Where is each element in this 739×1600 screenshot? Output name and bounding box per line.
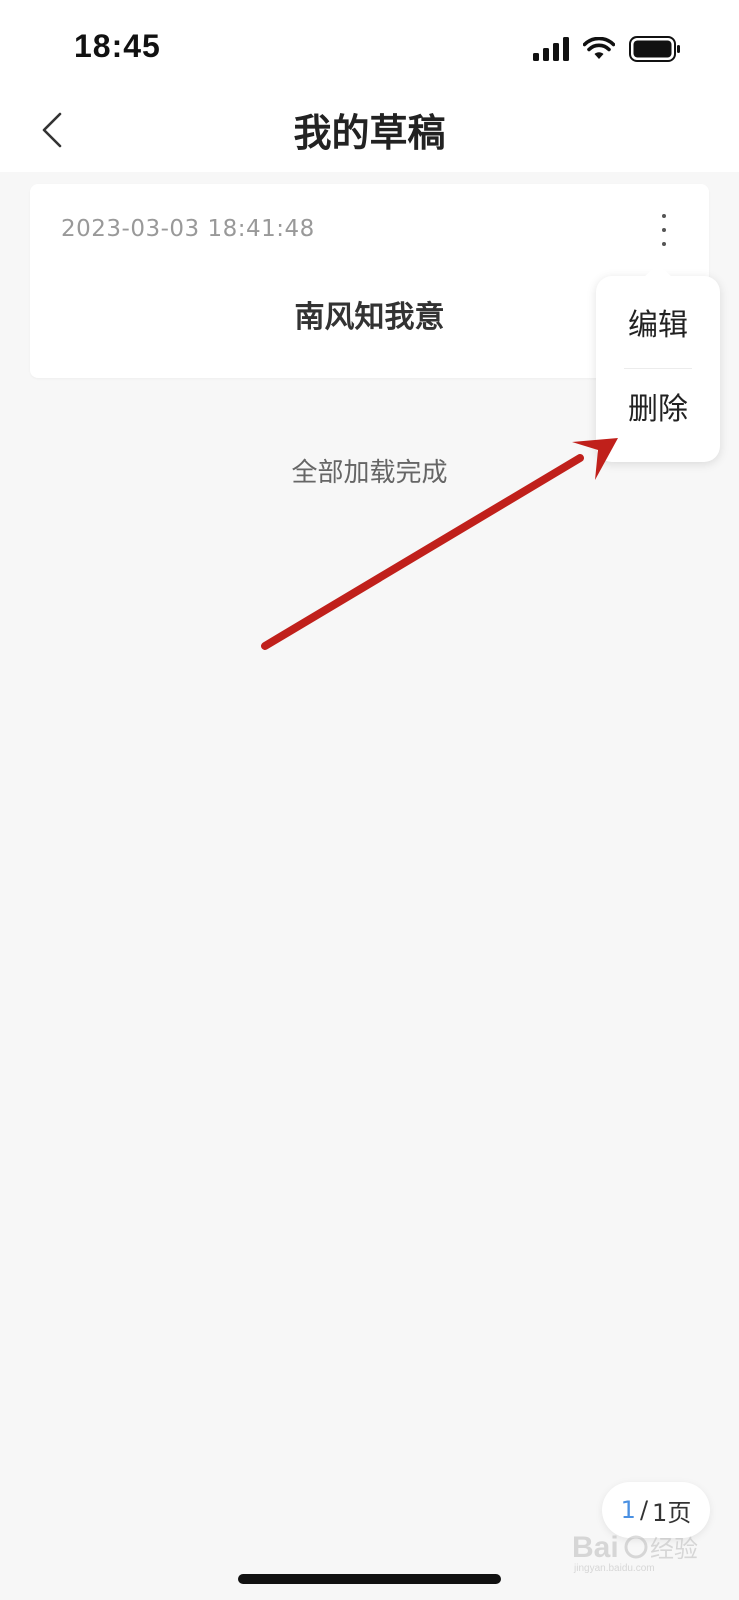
page-indicator[interactable]: 1 / 1页 (602, 1482, 710, 1538)
page-separator: / (639, 1496, 649, 1524)
status-time: 18:45 (74, 28, 161, 64)
edit-menu-item[interactable]: 编辑 (596, 286, 720, 366)
popup-menu: 编辑 删除 (596, 264, 720, 462)
menu-divider (624, 368, 692, 369)
svg-text:经验: 经验 (650, 1535, 698, 1563)
page-total: 1页 (652, 1498, 692, 1527)
page-current: 1 (620, 1496, 636, 1524)
status-icons (533, 34, 681, 64)
more-vertical-icon-dot (662, 214, 666, 218)
popup-arrow (644, 264, 672, 277)
load-complete-text: 全部加载完成 (291, 458, 448, 488)
battery-icon (629, 36, 680, 62)
svg-text:Bai: Bai (572, 1531, 619, 1564)
svg-text:jingyan.baidu.com: jingyan.baidu.com (573, 1563, 655, 1574)
page-title: 我的草稿 (293, 111, 446, 155)
status-bar: 18:45 (0, 0, 739, 88)
wifi-icon (583, 37, 615, 59)
home-indicator (238, 1574, 501, 1584)
signal-icon (533, 37, 569, 61)
nav-bar: 我的草稿 (0, 88, 739, 172)
more-vertical-icon-dot (662, 242, 666, 246)
more-options-button[interactable] (649, 210, 679, 250)
more-vertical-icon-dot (662, 228, 666, 232)
draft-timestamp: 2023-03-03 18:41:48 (61, 216, 315, 242)
delete-menu-item[interactable]: 删除 (596, 370, 720, 450)
